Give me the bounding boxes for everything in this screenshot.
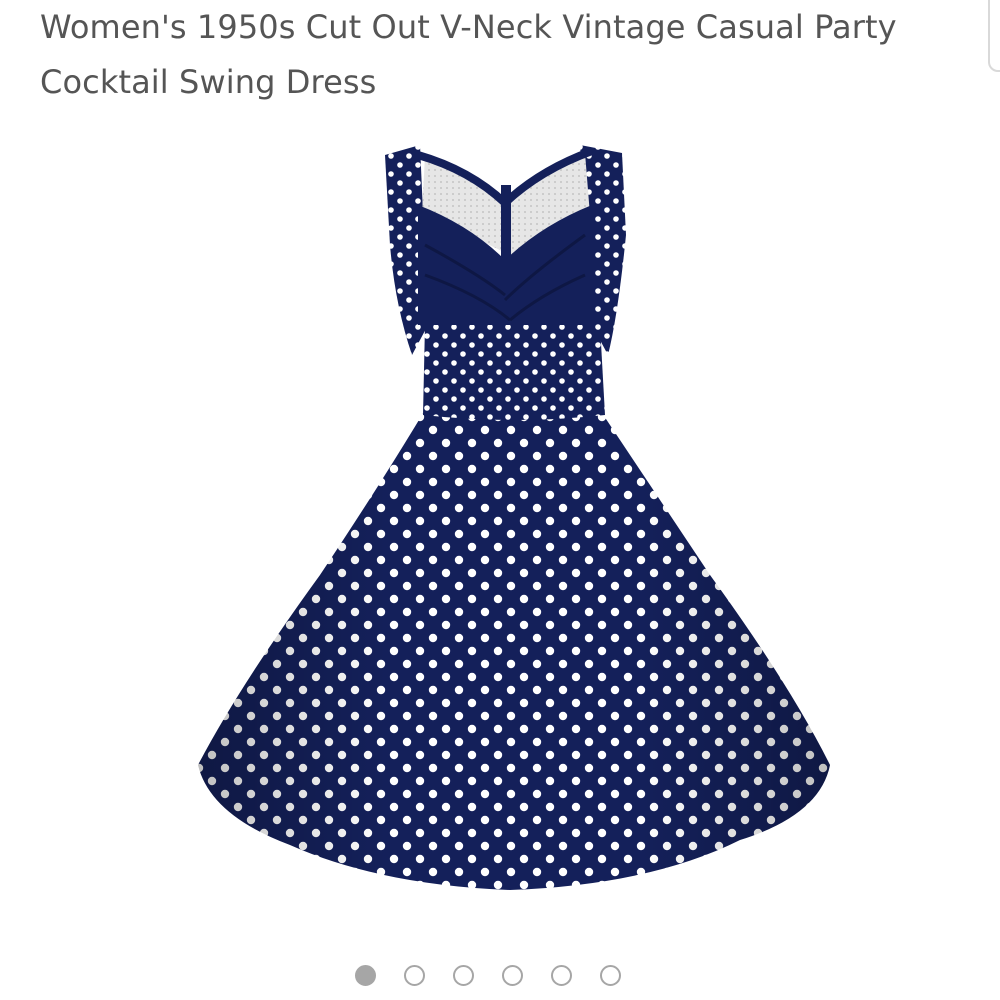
dress-waistband xyxy=(423,325,605,420)
scroll-indicator[interactable] xyxy=(988,0,1000,72)
carousel-dot-1[interactable] xyxy=(355,964,376,986)
product-image-viewer[interactable] xyxy=(180,125,850,915)
carousel-dot-2[interactable] xyxy=(404,964,425,986)
carousel-dot-6[interactable] xyxy=(600,964,621,986)
product-title: Women's 1950s Cut Out V-Neck Vintage Cas… xyxy=(40,8,897,101)
image-carousel-dots xyxy=(355,962,621,988)
carousel-dot-5[interactable] xyxy=(551,964,572,986)
carousel-dot-3[interactable] xyxy=(453,964,474,986)
carousel-dot-4[interactable] xyxy=(502,964,523,986)
product-image[interactable] xyxy=(180,125,850,915)
